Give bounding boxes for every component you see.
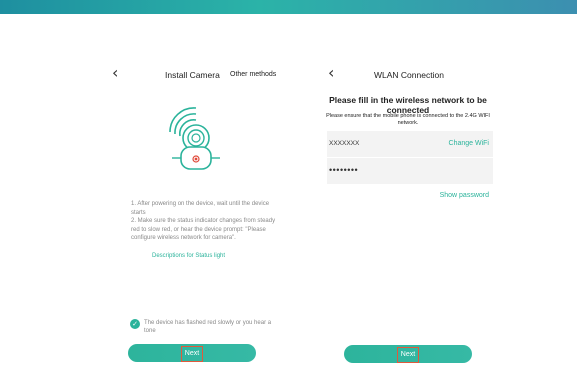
instructions-text: 1. After powering on the device, wait un… [131, 200, 283, 243]
camera-illustration-icon [156, 102, 228, 174]
next-button[interactable]: Next [344, 345, 472, 363]
wifi-name-value: XXXXXXX [329, 140, 360, 147]
fill-network-heading: Please fill in the wireless network to b… [329, 95, 487, 115]
next-button[interactable]: Next [128, 344, 256, 362]
password-value: •••••••• [329, 165, 359, 175]
top-banner [0, 0, 577, 14]
back-arrow-icon[interactable]: ‹ [328, 65, 334, 81]
wifi-name-field[interactable]: XXXXXXX Change WiFi [327, 131, 493, 157]
status-light-link[interactable]: Descriptions for Status light [152, 253, 225, 259]
next-button-label: Next [396, 347, 420, 363]
password-field[interactable]: •••••••• [327, 158, 493, 184]
change-wifi-link[interactable]: Change WiFi [449, 140, 489, 147]
back-arrow-icon[interactable]: ‹ [112, 65, 118, 81]
instruction-step-1: 1. After powering on the device, wait un… [131, 201, 270, 216]
page-title: Install Camera [165, 70, 220, 80]
checkmark-icon[interactable]: ✓ [130, 319, 140, 329]
ensure-network-note: Please ensure that the mobile phone is c… [326, 113, 490, 126]
install-camera-screen: ‹ Install Camera Other methods 1. After … [112, 60, 280, 365]
page-title: WLAN Connection [374, 70, 444, 80]
confirm-text: The device has flashed red slowly or you… [144, 320, 272, 334]
wlan-connection-screen: ‹ WLAN Connection Please fill in the wir… [323, 60, 493, 365]
instruction-step-2: 2. Make sure the status indicator change… [131, 218, 276, 241]
next-button-label: Next [180, 346, 204, 362]
show-password-link[interactable]: Show password [440, 192, 489, 199]
other-methods-link[interactable]: Other methods [230, 71, 276, 78]
